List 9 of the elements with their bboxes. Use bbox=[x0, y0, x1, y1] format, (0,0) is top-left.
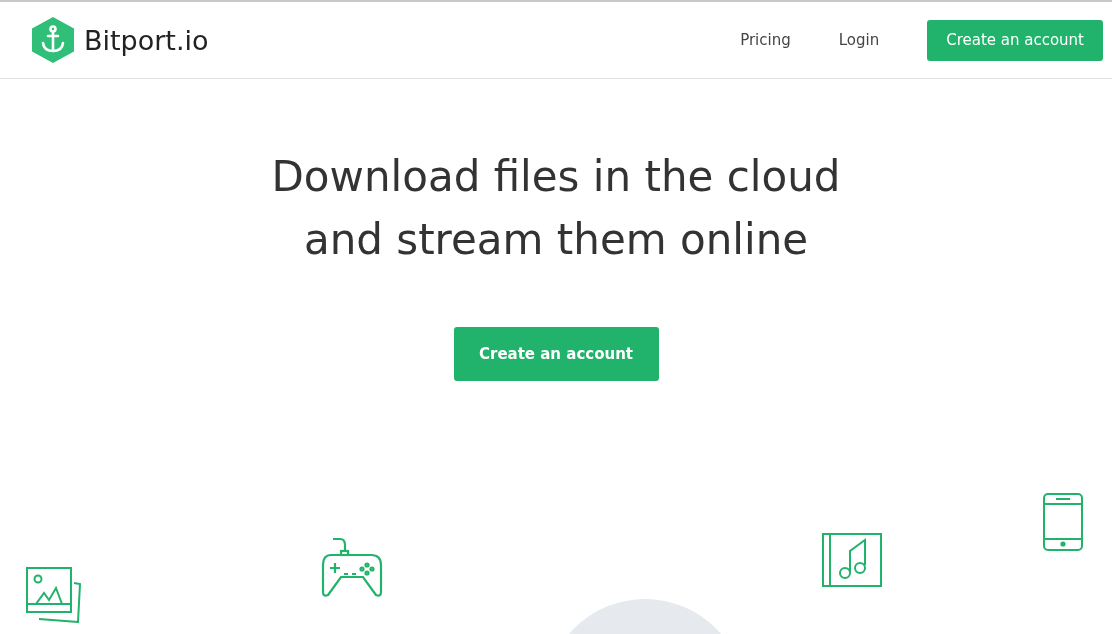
brand-name: Bitport.io bbox=[84, 24, 209, 56]
gamepad-icon bbox=[321, 537, 383, 599]
nav-link[interactable]: Login bbox=[838, 31, 880, 49]
music-album-icon bbox=[821, 532, 883, 588]
image-icon bbox=[26, 567, 83, 623]
anchor-logo-icon bbox=[32, 17, 74, 63]
nav-link[interactable]: Pricing bbox=[740, 31, 791, 49]
hero-title: Download files in the cloud and stream them online bbox=[271, 151, 841, 266]
smartphone-icon bbox=[1042, 492, 1084, 552]
